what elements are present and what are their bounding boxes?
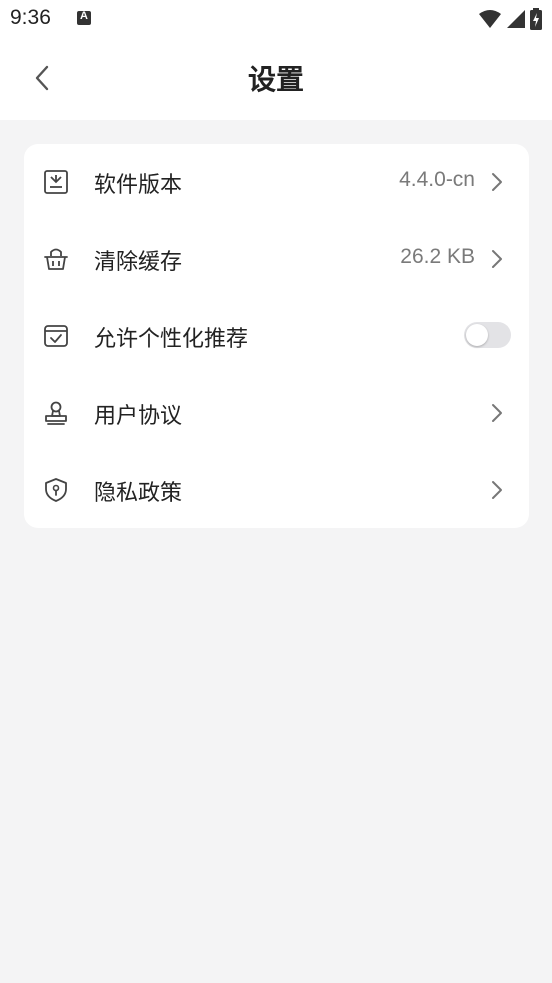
setting-row-user-agreement[interactable]: 用户协议 — [24, 375, 529, 451]
app-bar: 设置 — [0, 40, 552, 120]
chevron-right-icon — [492, 481, 502, 499]
wifi-icon — [479, 10, 501, 28]
chevron-right-icon — [492, 173, 502, 191]
setting-label: 软件版本 — [94, 173, 183, 198]
signal-icon — [507, 10, 525, 28]
battery-charging-icon — [530, 8, 542, 30]
setting-label: 允许个性化推荐 — [94, 327, 249, 352]
notification-icon: A — [77, 10, 91, 25]
setting-value: 26.2 KB — [400, 245, 475, 268]
status-time: 9:36 — [10, 6, 51, 29]
setting-label: 清除缓存 — [94, 250, 183, 275]
top-bar: 9:36 A 设置 — [0, 0, 552, 120]
setting-row-clear-cache[interactable]: 清除缓存 26.2 KB — [24, 221, 529, 297]
stamp-icon — [45, 401, 67, 425]
setting-value: 4.4.0-cn — [399, 168, 475, 191]
personalized-toggle[interactable] — [464, 322, 511, 348]
setting-row-personalized: 允许个性化推荐 — [24, 298, 529, 374]
basket-icon — [44, 248, 68, 270]
chevron-right-icon — [492, 404, 502, 422]
setting-row-privacy-policy[interactable]: 隐私政策 — [24, 452, 529, 528]
chevron-right-icon — [492, 250, 502, 268]
setting-row-version[interactable]: 软件版本 4.4.0-cn — [24, 144, 529, 220]
settings-card: 软件版本 4.4.0-cn 清除缓存 26.2 KB 允许个性化推荐 用户协议 … — [24, 144, 529, 528]
system-icons — [478, 8, 542, 30]
notification-letter: A — [80, 10, 88, 22]
check-box-icon — [44, 325, 68, 347]
setting-label: 用户协议 — [94, 404, 183, 429]
setting-label: 隐私政策 — [94, 481, 183, 506]
toggle-knob — [466, 324, 488, 346]
status-bar: 9:36 A — [0, 0, 552, 38]
download-box-icon — [44, 170, 68, 194]
page-title: 设置 — [247, 63, 304, 96]
shield-icon — [45, 478, 67, 502]
